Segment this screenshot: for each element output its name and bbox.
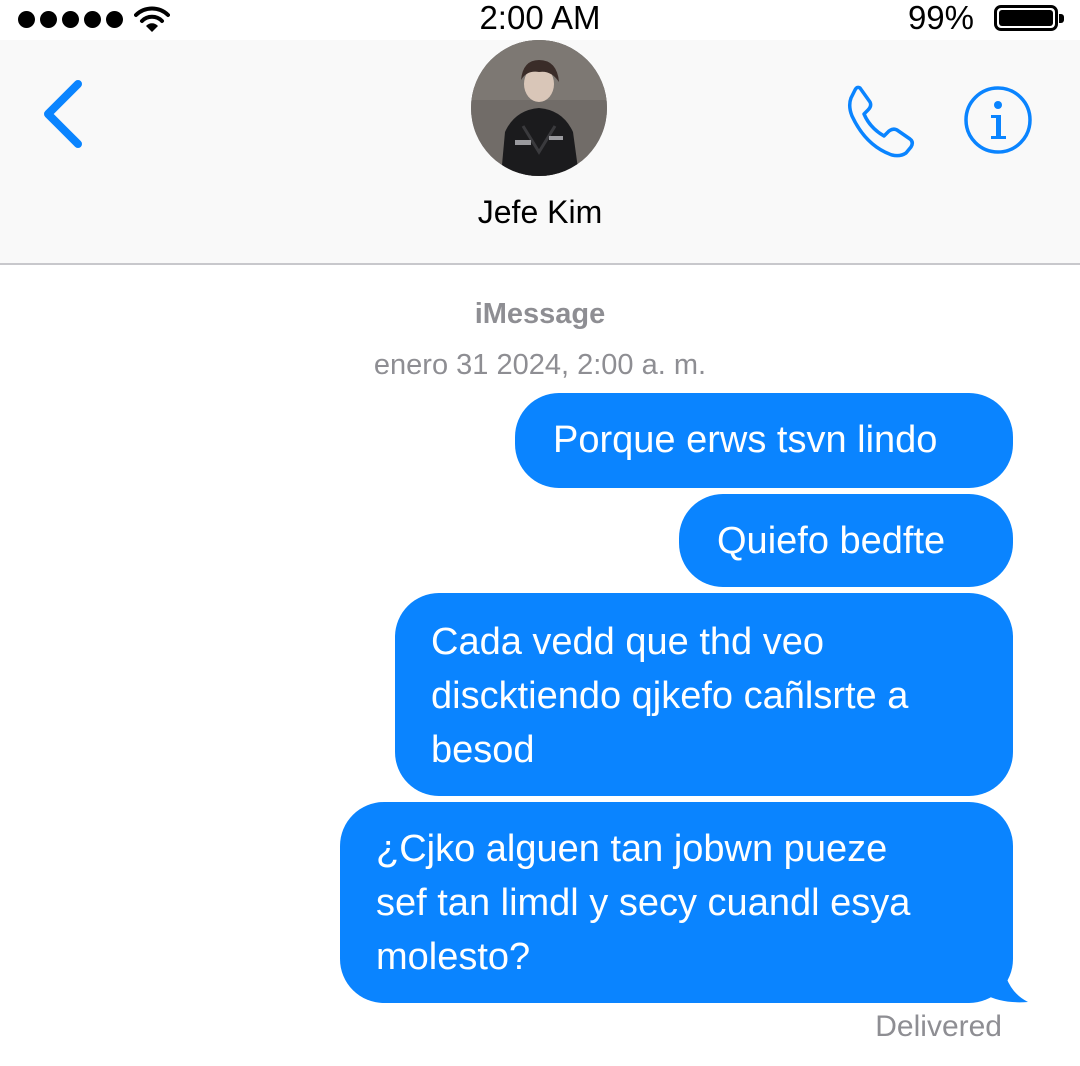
conversation-timestamp: enero 31 2024, 2:00 a. m. (373, 349, 707, 381)
delivery-status: Delivered (875, 1010, 1002, 1043)
battery-icon (994, 5, 1064, 31)
bubble-tail (984, 956, 1028, 1003)
contact-name[interactable]: Jefe Kim (0, 194, 1080, 231)
phone-icon[interactable] (838, 78, 922, 162)
service-label: iMessage (474, 298, 606, 330)
status-bar: 2:00 AM 99% (0, 0, 1080, 40)
chevron-left-icon[interactable] (34, 76, 94, 152)
info-icon[interactable] (962, 84, 1034, 156)
avatar-photo (471, 40, 607, 176)
avatar[interactable] (471, 40, 607, 176)
conversation-header: Jefe Kim (0, 40, 1080, 265)
battery-percent: 99% (907, 0, 974, 36)
message-bubble[interactable]: ¿Cjko alguen tan jobwn pueze sef tan lim… (340, 802, 1013, 1003)
message-bubble[interactable]: Porque erws tsvn lindo (515, 393, 1013, 488)
message-bubble[interactable]: Cada vedd que thd veo discktiendo qjkefo… (395, 593, 1013, 796)
message-bubble[interactable]: Quiefo bedfte (679, 494, 1013, 587)
